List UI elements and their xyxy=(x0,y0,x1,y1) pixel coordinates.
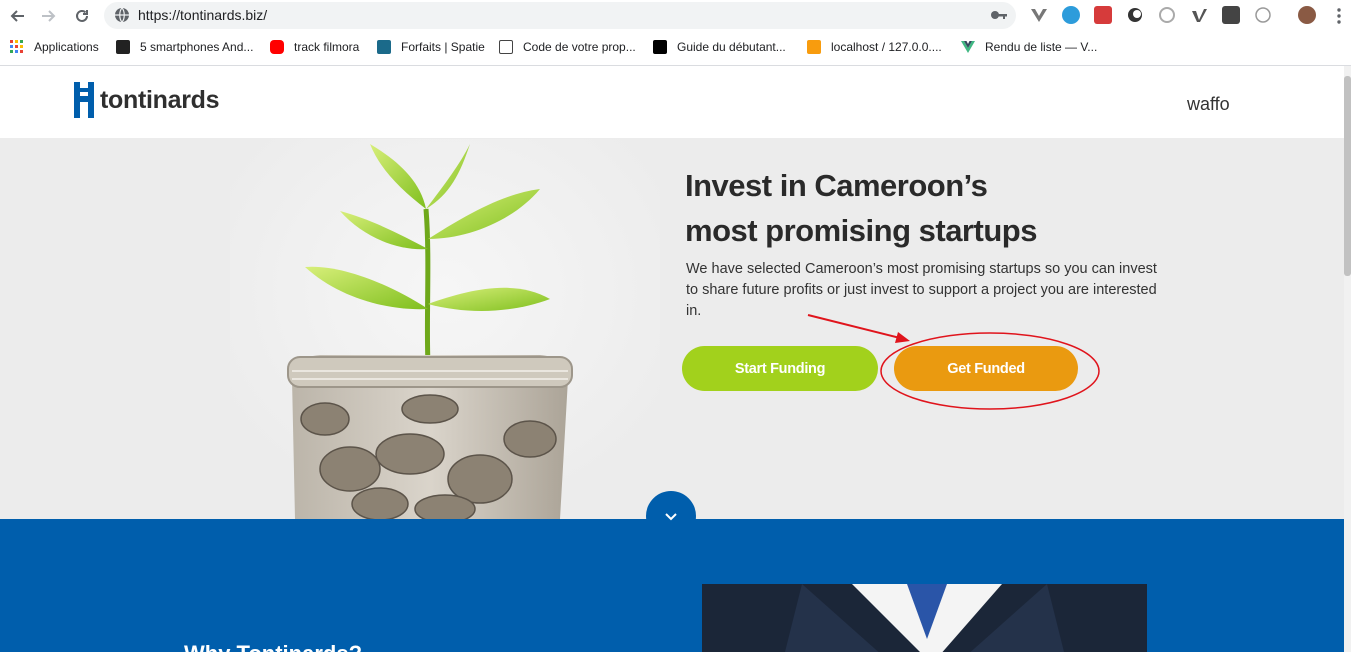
profile-avatar[interactable] xyxy=(1298,6,1316,24)
chevron-down-icon xyxy=(665,513,677,521)
extension-m2-icon[interactable] xyxy=(1254,6,1272,24)
menu-icon[interactable] xyxy=(1328,5,1350,27)
bookmark-forfaits-spatie[interactable]: Forfaits | Spatie xyxy=(377,38,485,56)
bookmark-code-propriete[interactable]: Code de votre prop... xyxy=(499,38,636,56)
f-logo-icon xyxy=(116,40,130,54)
bookmark-localhost[interactable]: localhost / 127.0.0.... xyxy=(807,38,942,56)
globe-icon xyxy=(115,7,129,23)
extension-m-icon[interactable] xyxy=(1062,6,1080,24)
bookmarks-bar: Applications 5 smartphones And... track … xyxy=(0,34,1351,60)
hero-title-line1: Invest in Cameroon’s xyxy=(685,168,988,203)
bookmark-applications[interactable]: Applications xyxy=(10,38,99,56)
bookmark-label: 5 smartphones And... xyxy=(140,40,254,54)
url-text: https://tontinards.biz/ xyxy=(138,7,268,23)
hero-description: We have selected Cameroon’s most promisi… xyxy=(686,261,1157,319)
plant-jar-image xyxy=(230,139,660,519)
hero-section: Invest in Cameroon’s most promising star… xyxy=(0,139,1344,519)
bookmark-label: Applications xyxy=(34,40,99,54)
hero-title: Invest in Cameroon’s most promising star… xyxy=(685,163,1037,253)
browser-toolbar: https://tontinards.biz/ Applications 5 s… xyxy=(0,0,1351,66)
bookmark-rendu-liste[interactable]: Rendu de liste — V... xyxy=(961,38,1097,56)
site-logo[interactable]: tontinards xyxy=(74,82,220,118)
hero-title-line2: most promising startups xyxy=(685,213,1037,248)
spatie-icon xyxy=(377,40,391,54)
start-funding-button[interactable]: Start Funding xyxy=(682,346,878,391)
page-viewport: tontinards waffo Invest in Cameroon’s mo… xyxy=(0,66,1351,652)
bookmark-track-filmora[interactable]: track filmora xyxy=(270,38,359,56)
user-menu[interactable]: waffo xyxy=(1187,94,1230,115)
vimeo-icon[interactable] xyxy=(1190,6,1208,24)
forward-icon[interactable] xyxy=(38,5,60,27)
scrollbar-thumb[interactable] xyxy=(1344,76,1351,276)
bookmark-smartphones[interactable]: 5 smartphones And... xyxy=(116,38,253,56)
jl-icon xyxy=(499,40,513,54)
youtube-icon xyxy=(270,40,284,54)
logo-mark-icon xyxy=(74,82,96,118)
phpmyadmin-icon xyxy=(807,40,821,54)
bookmark-label: Code de votre prop... xyxy=(523,40,636,54)
page-scrollbar[interactable] xyxy=(1344,66,1351,652)
key-icon[interactable] xyxy=(990,7,1008,23)
bookmark-label: localhost / 127.0.0.... xyxy=(831,40,942,54)
businessman-photo xyxy=(702,584,1147,652)
why-heading: Why Tontinards? xyxy=(184,641,362,652)
back-icon[interactable] xyxy=(6,5,28,27)
extension-red-icon[interactable] xyxy=(1094,6,1112,24)
bookmark-guide-debutant[interactable]: Guide du débutant... xyxy=(653,38,786,56)
logo-text: tontinards xyxy=(100,85,220,114)
extension-moon-icon[interactable] xyxy=(1126,6,1144,24)
download-icon[interactable] xyxy=(1222,6,1240,24)
bookmark-label: Forfaits | Spatie xyxy=(401,40,485,54)
site-header: tontinards waffo xyxy=(0,66,1344,139)
extension-circle-icon[interactable] xyxy=(1158,6,1176,24)
bookmark-label: Rendu de liste — V... xyxy=(985,40,1098,54)
vuejs-devtools-icon[interactable] xyxy=(1030,6,1048,24)
reload-icon[interactable] xyxy=(71,5,93,27)
navigation-row: https://tontinards.biz/ xyxy=(0,0,1351,32)
bookmark-label: track filmora xyxy=(294,40,360,54)
vue-icon xyxy=(961,40,975,54)
address-bar[interactable]: https://tontinards.biz/ xyxy=(104,2,1016,29)
get-funded-button[interactable]: Get Funded xyxy=(894,346,1078,391)
medium-icon xyxy=(653,40,667,54)
bookmark-label: Guide du débutant... xyxy=(677,40,786,54)
apps-grid-icon xyxy=(10,40,24,54)
scroll-down-button[interactable] xyxy=(646,491,696,541)
